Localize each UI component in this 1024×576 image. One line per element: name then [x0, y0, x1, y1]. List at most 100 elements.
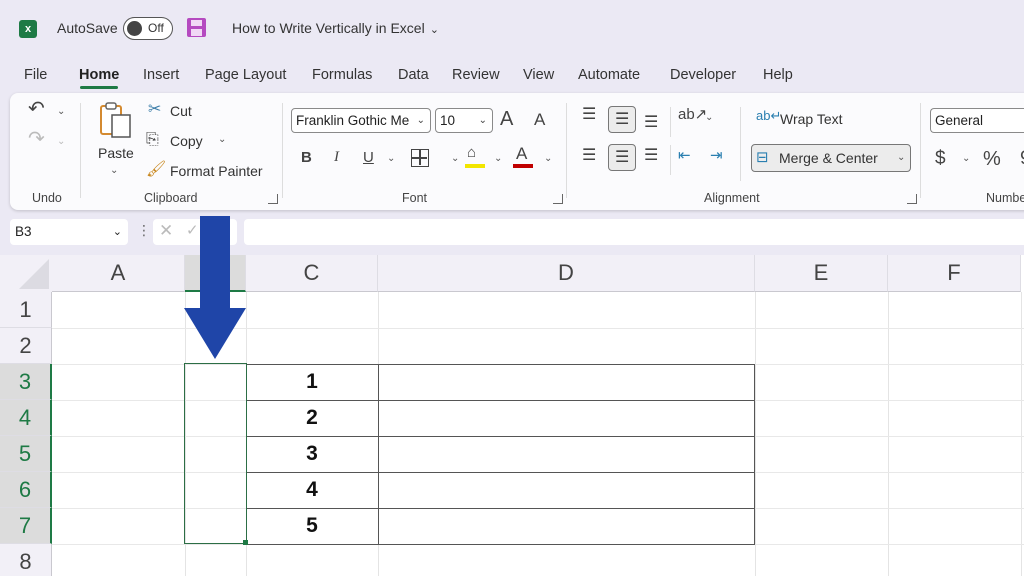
font-color-dropdown-chevron[interactable]: ⌄: [544, 153, 552, 164]
copy-button[interactable]: ⎘ Copy ⌄: [146, 131, 236, 153]
tab-view[interactable]: View: [523, 67, 554, 83]
autosave-toggle[interactable]: Off: [123, 17, 173, 40]
wrap-text-icon: ab↵: [756, 108, 782, 123]
alignment-dialog-launcher-icon[interactable]: [907, 194, 917, 204]
tab-page-layout[interactable]: Page Layout: [205, 67, 286, 83]
paintbrush-icon: 🖌: [146, 161, 167, 178]
tab-data[interactable]: Data: [398, 67, 429, 83]
orientation-dropdown-chevron[interactable]: ⌄: [705, 112, 713, 123]
excel-icon: x: [19, 20, 37, 38]
font-color-button[interactable]: A: [513, 145, 533, 169]
column-header-f[interactable]: F: [888, 255, 1021, 292]
name-box[interactable]: B3 ⌄: [10, 219, 128, 245]
tab-formulas[interactable]: Formulas: [312, 67, 372, 83]
number-format-dropdown[interactable]: General: [930, 108, 1024, 133]
column-header-d[interactable]: D: [378, 255, 755, 292]
align-center-button[interactable]: ☰: [608, 144, 636, 171]
cell-d5[interactable]: [378, 436, 755, 473]
row-header-4[interactable]: 4: [0, 400, 52, 436]
currency-dropdown-chevron[interactable]: ⌄: [962, 153, 970, 164]
underline-dropdown-chevron[interactable]: ⌄: [387, 153, 395, 164]
bold-button[interactable]: B: [301, 150, 312, 165]
tab-home[interactable]: Home: [79, 67, 119, 89]
align-right-icon[interactable]: ☰: [644, 148, 658, 164]
undo-icon[interactable]: ↶: [28, 99, 45, 119]
merge-center-label: Merge & Center: [779, 150, 878, 166]
select-all-button[interactable]: [0, 255, 52, 292]
save-icon[interactable]: [187, 18, 206, 37]
currency-icon[interactable]: $: [935, 149, 946, 168]
cell-value: 4: [306, 478, 318, 501]
orientation-icon[interactable]: ab↗: [678, 107, 707, 122]
fill-handle[interactable]: [243, 540, 248, 545]
undo-dropdown-chevron[interactable]: ⌄: [57, 106, 65, 117]
cell-d4[interactable]: [378, 400, 755, 437]
tab-developer[interactable]: Developer: [670, 67, 736, 83]
tab-insert[interactable]: Insert: [143, 67, 179, 83]
paint-bucket-icon: ⌂: [467, 144, 477, 161]
row-header-3[interactable]: 3: [0, 364, 52, 400]
decrease-indent-icon[interactable]: ⇤: [678, 148, 691, 163]
column-header-e[interactable]: E: [755, 255, 888, 292]
ribbon: ↶ ⌄ ↷ ⌄ Undo Paste ⌄ ✂ Cut ⎘ Copy ⌄ 🖌 Fo…: [10, 93, 1024, 210]
align-left-icon[interactable]: ☰: [582, 148, 596, 164]
top-align-icon[interactable]: ☰: [582, 107, 596, 123]
redo-dropdown-chevron[interactable]: ⌄: [57, 136, 65, 147]
number-format-value: General: [935, 113, 984, 128]
row-header-2[interactable]: 2: [0, 328, 52, 364]
cell-d7[interactable]: [378, 508, 755, 545]
document-title[interactable]: How to Write Vertically in Excel ⌄: [232, 20, 439, 36]
gridline: [1021, 292, 1022, 576]
column-header-c[interactable]: C: [246, 255, 378, 292]
tab-automate[interactable]: Automate: [578, 67, 640, 83]
italic-button[interactable]: I: [334, 150, 339, 165]
fill-color-dropdown-chevron[interactable]: ⌄: [494, 153, 502, 164]
arrow-down-icon: [184, 216, 246, 359]
row-header-8[interactable]: 8: [0, 544, 52, 576]
copy-icon: ⎘: [146, 131, 159, 148]
cut-button[interactable]: ✂ Cut: [148, 101, 208, 123]
borders-dropdown-chevron[interactable]: ⌄: [451, 153, 459, 164]
percent-icon[interactable]: %: [983, 149, 1001, 169]
font-size-dropdown[interactable]: 10 ⌄: [435, 108, 493, 133]
tab-review[interactable]: Review: [452, 67, 500, 83]
font-dialog-launcher-icon[interactable]: [553, 194, 563, 204]
tab-help[interactable]: Help: [763, 67, 793, 83]
font-color-swatch: [513, 164, 533, 168]
column-header-a[interactable]: A: [52, 255, 185, 292]
font-name-dropdown[interactable]: Franklin Gothic Me ⌄: [291, 108, 431, 133]
row-header-7[interactable]: 7: [0, 508, 52, 544]
borders-icon[interactable]: [411, 149, 429, 167]
title-bar: x AutoSave Off How to Write Vertically i…: [0, 0, 1024, 58]
format-painter-button[interactable]: 🖌 Format Painter: [146, 161, 276, 183]
row-header-6[interactable]: 6: [0, 472, 52, 508]
group-label-font: Font: [402, 191, 428, 205]
cell-d6[interactable]: [378, 472, 755, 509]
chevron-down-icon: ⌄: [416, 115, 425, 126]
row-header-5[interactable]: 5: [0, 436, 52, 472]
wrap-text-button[interactable]: ab↵ Wrap Text: [756, 109, 866, 131]
more-options-icon[interactable]: ⋮: [137, 222, 151, 239]
cell-value: 1: [306, 370, 318, 393]
tab-file[interactable]: File: [24, 67, 47, 83]
row-header-1[interactable]: 1: [0, 292, 52, 328]
increase-font-size-icon[interactable]: A: [500, 109, 513, 129]
spreadsheet-grid[interactable]: A B C D E F 1 2 3 4 5 6 7 8 1 2 3 4 5: [0, 255, 1024, 576]
comma-style-icon[interactable]: 9: [1020, 149, 1024, 168]
redo-icon[interactable]: ↷: [28, 129, 45, 149]
middle-align-button[interactable]: ☰: [608, 106, 636, 133]
decrease-font-size-icon[interactable]: A: [534, 111, 545, 128]
fill-color-button[interactable]: ⌂: [465, 145, 485, 169]
cancel-icon[interactable]: ✕: [159, 221, 173, 241]
clipboard-dialog-launcher-icon[interactable]: [268, 194, 278, 204]
cell-d3[interactable]: [378, 364, 755, 401]
underline-button[interactable]: U: [363, 150, 374, 165]
increase-indent-icon[interactable]: ⇥: [710, 148, 723, 163]
selected-range[interactable]: [184, 363, 247, 544]
paste-icon: [100, 102, 131, 138]
formula-input[interactable]: [244, 219, 1024, 245]
font-size-value: 10: [440, 113, 456, 128]
merge-center-button[interactable]: ⊟ Merge & Center ⌄: [751, 144, 911, 172]
paste-button[interactable]: Paste ⌄: [96, 101, 136, 181]
bottom-align-icon[interactable]: ☰: [644, 115, 658, 131]
